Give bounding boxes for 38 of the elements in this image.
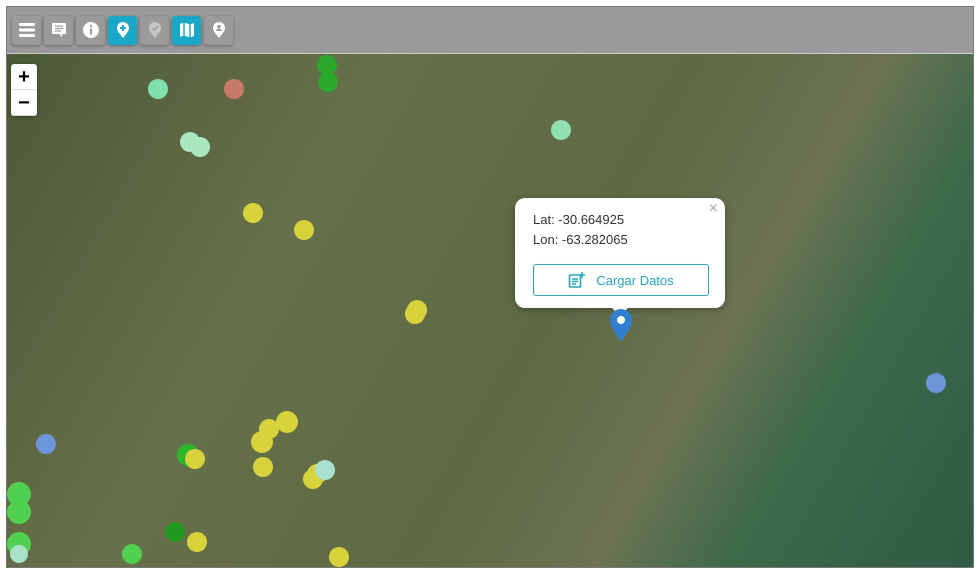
map-marker-dot[interactable] <box>317 55 337 75</box>
comment-button[interactable] <box>44 16 73 44</box>
longitude-text: Lon: -63.282065 <box>533 231 629 249</box>
satellite-map[interactable]: + − × Lat: -30.664925 Lon: -63.282065 Cargar Datos <box>7 54 973 567</box>
map-marker-dot[interactable] <box>294 220 314 240</box>
map-marker-dot[interactable] <box>165 522 185 542</box>
map-marker-dot[interactable] <box>187 532 207 552</box>
add-note-icon <box>568 271 586 289</box>
menu-icon <box>18 21 36 39</box>
map-marker-dot[interactable] <box>276 411 298 433</box>
location-pin-icon[interactable] <box>609 309 633 343</box>
menu-button[interactable] <box>12 16 41 44</box>
map-marker-dot[interactable] <box>315 460 335 480</box>
map-marker-dot[interactable] <box>7 500 31 524</box>
map-button[interactable] <box>172 16 201 44</box>
pin-plus-button[interactable] <box>108 16 137 44</box>
map-marker-dot[interactable] <box>551 120 571 140</box>
info-button[interactable] <box>76 16 105 44</box>
pin-person-button[interactable] <box>204 16 233 44</box>
info-icon <box>82 21 100 39</box>
map-marker-dot[interactable] <box>329 547 349 567</box>
latitude-text: Lat: -30.664925 <box>533 211 626 229</box>
map-marker-dot[interactable] <box>224 79 244 99</box>
map-marker-dot[interactable] <box>318 72 338 92</box>
map-marker-dot[interactable] <box>190 137 210 157</box>
zoom-in-button[interactable]: + <box>11 64 37 90</box>
map-marker-dot[interactable] <box>926 373 946 393</box>
map-icon <box>178 21 196 39</box>
map-marker-dot[interactable] <box>36 434 56 454</box>
map-marker-dot[interactable] <box>122 544 142 564</box>
comment-icon <box>50 21 68 39</box>
zoom-out-button[interactable]: − <box>11 90 37 116</box>
map-marker-dot[interactable] <box>148 79 168 99</box>
map-marker-dot[interactable] <box>10 545 28 563</box>
map-marker-dot[interactable] <box>259 419 279 439</box>
map-marker-dot[interactable] <box>253 457 273 477</box>
map-marker-dot[interactable] <box>243 203 263 223</box>
map-marker-dot[interactable] <box>185 449 205 469</box>
